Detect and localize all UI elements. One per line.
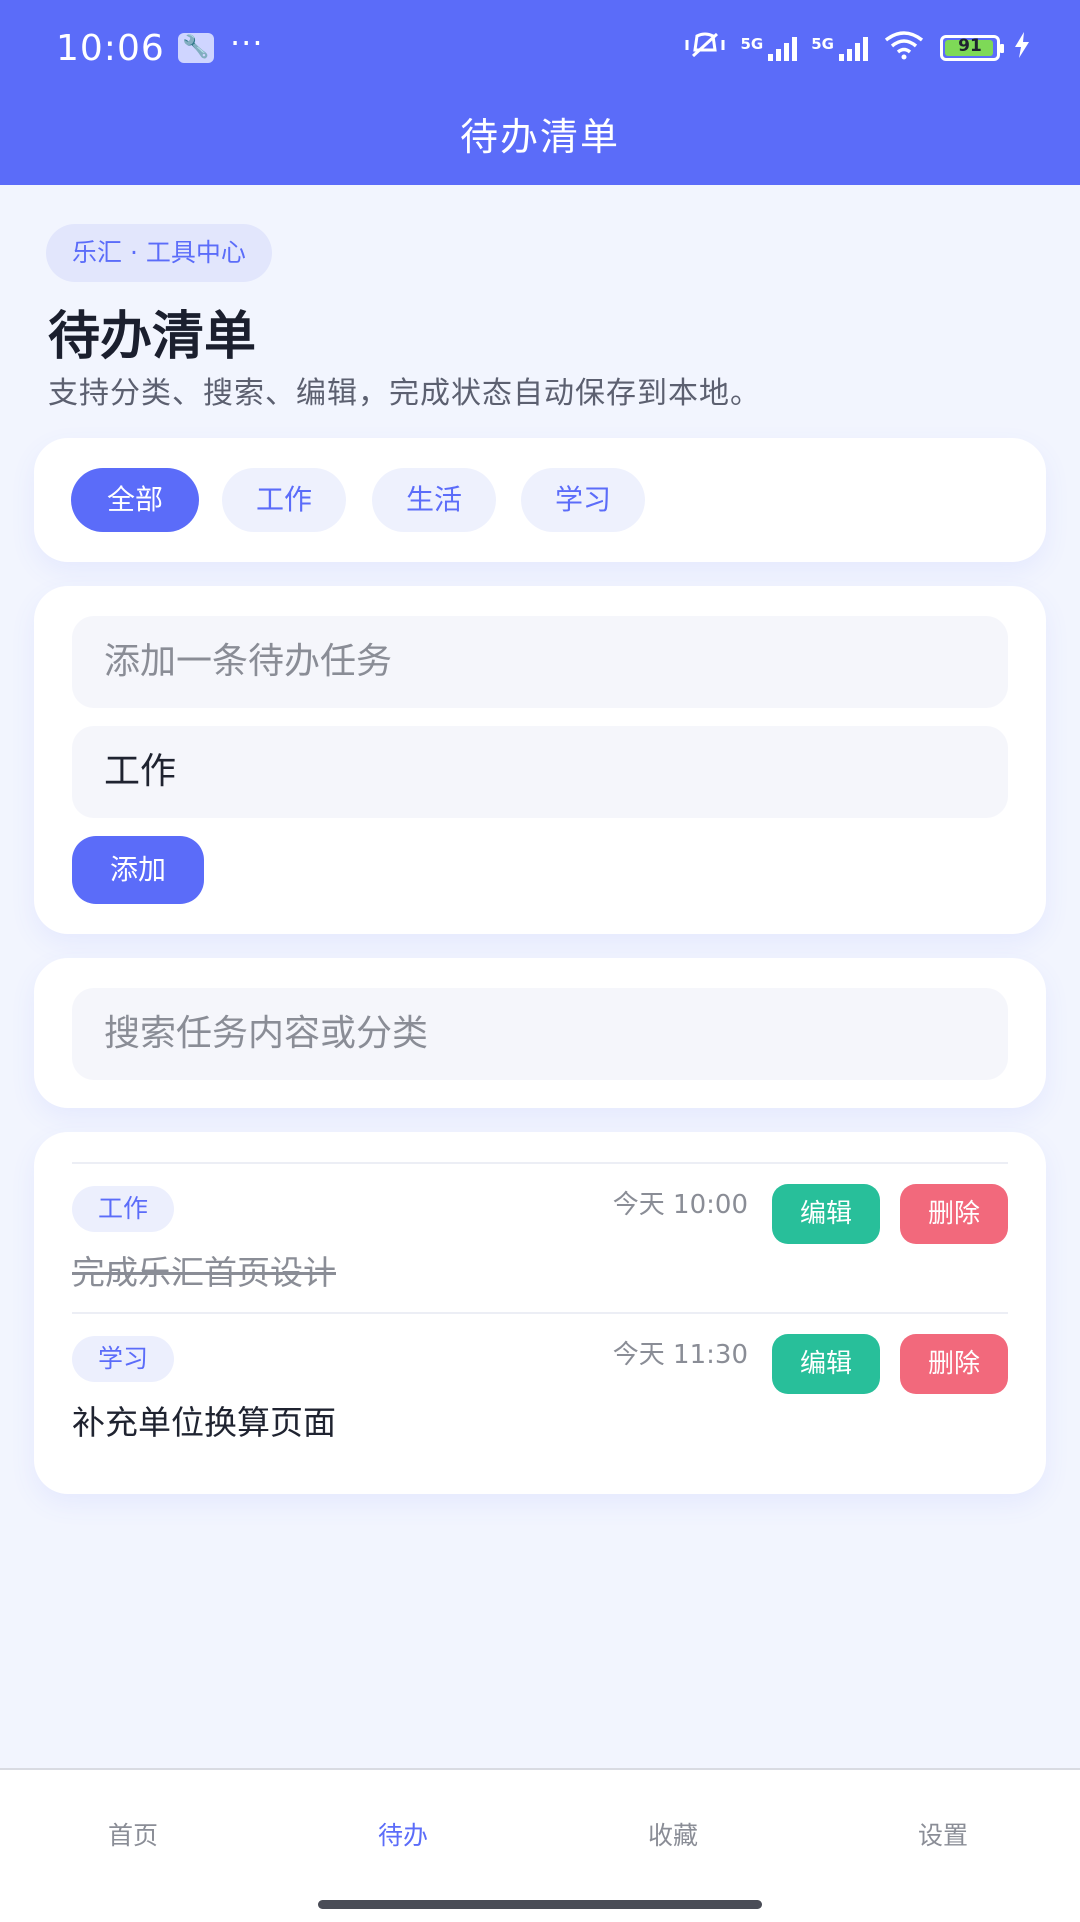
- page-title: 待办清单: [48, 307, 257, 367]
- add-button[interactable]: 添加: [72, 836, 204, 904]
- task-text[interactable]: 补充单位换算页面: [72, 1396, 336, 1444]
- tab-study[interactable]: 学习: [521, 468, 645, 532]
- wrench-icon: 🔧: [178, 33, 214, 63]
- delete-button[interactable]: 删除: [900, 1334, 1008, 1394]
- add-task-card: 添加一条待办任务 工作 添加: [34, 586, 1046, 934]
- search-input[interactable]: 搜索任务内容或分类: [72, 988, 1008, 1080]
- delete-button[interactable]: 删除: [900, 1184, 1008, 1244]
- nav-settings[interactable]: 设置: [918, 1816, 968, 1852]
- charging-icon: [1014, 32, 1030, 64]
- task-category-badge: 学习: [72, 1336, 174, 1382]
- status-more: ···: [230, 24, 264, 62]
- home-indicator[interactable]: [318, 1900, 762, 1909]
- task-text[interactable]: 完成乐汇首页设计: [72, 1246, 336, 1294]
- mute-icon: [683, 30, 727, 66]
- filter-tabs: 全部 工作 生活 学习: [34, 438, 1046, 562]
- tab-work[interactable]: 工作: [222, 468, 346, 532]
- task-time: 今天 11:30: [612, 1340, 748, 1370]
- header-title: 待办清单: [459, 115, 620, 159]
- nav-todo[interactable]: 待办: [378, 1816, 428, 1852]
- signal-icon: 5G: [741, 35, 798, 61]
- edit-button[interactable]: 编辑: [772, 1334, 880, 1394]
- category-select[interactable]: 工作: [72, 726, 1008, 818]
- nav-home[interactable]: 首页: [108, 1816, 158, 1852]
- task-time: 今天 10:00: [612, 1190, 748, 1220]
- task-row: 工作 今天 10:00 编辑 删除 完成乐汇首页设计: [72, 1162, 1008, 1314]
- section-badge: 乐汇 · 工具中心: [46, 224, 272, 282]
- task-row: 学习 今天 11:30 编辑 删除 补充单位换算页面: [72, 1312, 1008, 1474]
- battery-icon: 91: [940, 35, 1004, 61]
- task-input[interactable]: 添加一条待办任务: [72, 616, 1008, 708]
- status-icons: 5G 5G 91: [683, 30, 1031, 66]
- task-category-badge: 工作: [72, 1186, 174, 1232]
- search-card: 搜索任务内容或分类: [34, 958, 1046, 1108]
- status-time: 10:06: [56, 28, 165, 69]
- bottom-nav: 首页 待办 收藏 设置: [0, 1768, 1080, 1922]
- wifi-icon: [882, 30, 926, 66]
- task-list: 工作 今天 10:00 编辑 删除 完成乐汇首页设计 学习 今天 11:30 编…: [34, 1132, 1046, 1494]
- nav-favorites[interactable]: 收藏: [648, 1816, 698, 1852]
- signal-icon-2: 5G: [811, 35, 868, 61]
- app-header: 10:06 🔧 ··· 5G 5G 91 待办清单: [0, 0, 1080, 185]
- edit-button[interactable]: 编辑: [772, 1184, 880, 1244]
- page-subtitle: 支持分类、搜索、编辑，完成状态自动保存到本地。: [48, 376, 761, 411]
- tab-all[interactable]: 全部: [71, 468, 199, 532]
- tab-life[interactable]: 生活: [372, 468, 496, 532]
